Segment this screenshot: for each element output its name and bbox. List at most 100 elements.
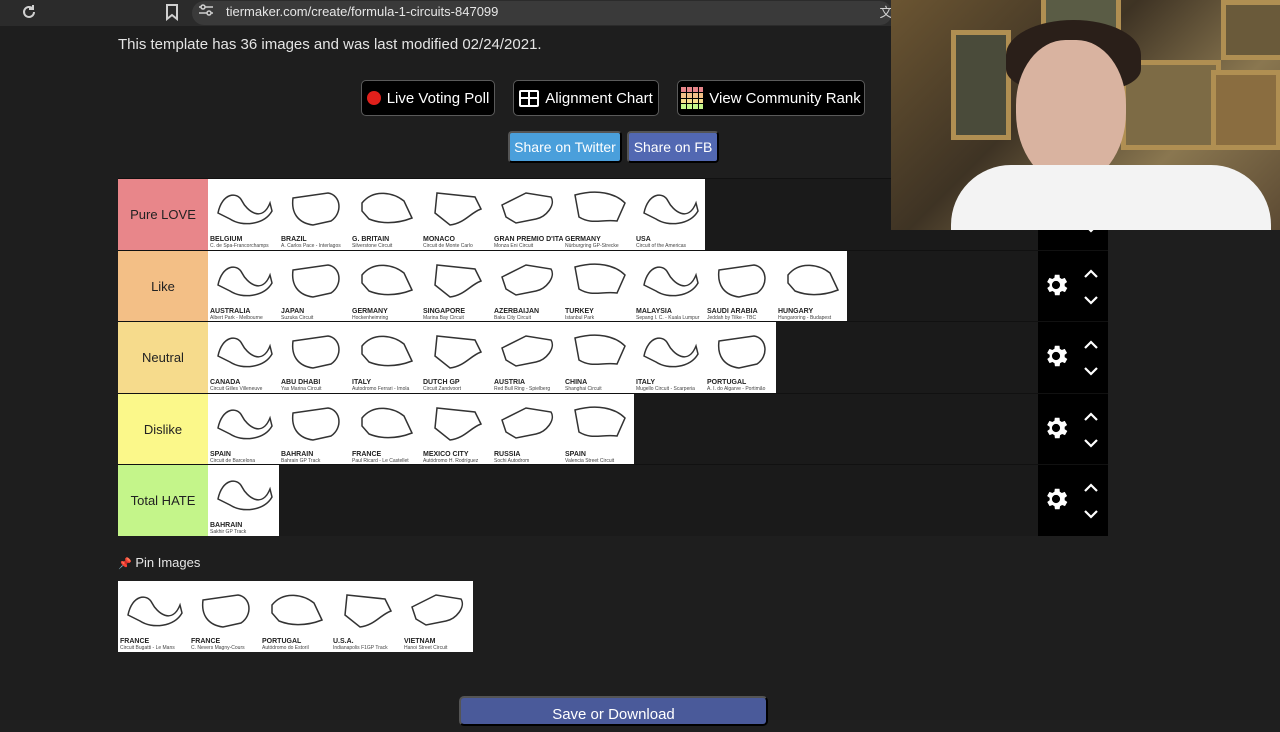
live-voting-button[interactable]: Live Voting Poll	[361, 80, 495, 116]
circuit-country: VIETNAM	[404, 638, 436, 645]
tier-items[interactable]: SPAIN Circuit de Barcelona BAHRAIN Bahrain …	[208, 393, 634, 465]
circuit-image[interactable]: FRANCE C. Nevers Magny-Cours	[189, 581, 260, 652]
circuit-image[interactable]: SINGAPORE Marina Bay Circuit	[421, 250, 492, 322]
reload-icon[interactable]	[19, 3, 39, 23]
share-fb-button[interactable]: Share on FB	[627, 131, 719, 163]
circuit-country: SPAIN	[565, 450, 586, 458]
circuit-track-name: Circuit of the Americas	[636, 243, 687, 249]
circuit-image[interactable]: DUTCH GP Circuit Zandvoort	[421, 322, 492, 394]
circuit-image[interactable]: BAHRAIN Sakhir GP Track	[208, 465, 279, 537]
circuit-image[interactable]: ABU DHABI Yas Marina Circuit	[279, 322, 350, 394]
circuit-image[interactable]: BRAZIL A. Carlos Pace - Interlagos	[279, 179, 350, 250]
circuit-image[interactable]: MALAYSIA Sepang I. C. - Kuala Lumpur	[634, 250, 705, 322]
circuit-track-name: Mugello Circuit - Scarperia	[636, 386, 695, 393]
circuit-track-name: Circuit Zandvoort	[423, 386, 462, 393]
tier-controls	[1038, 465, 1108, 537]
alignment-chart-button[interactable]: Alignment Chart	[513, 80, 659, 116]
tier-items[interactable]: BELGIUM C. de Spa-Francorchamps BRAZIL A. C…	[208, 179, 705, 250]
circuit-image[interactable]: PORTUGAL Autódromo do Estoril	[260, 581, 331, 652]
tier-items[interactable]: BAHRAIN Sakhir GP Track	[208, 465, 279, 537]
circuit-image[interactable]: AUSTRALIA Albert Park - Melbourne	[208, 250, 279, 322]
circuit-image[interactable]: SPAIN Circuit de Barcelona	[208, 393, 279, 465]
pin-images-heading: 📌 Pin Images	[118, 555, 200, 570]
bookmark-icon[interactable]	[162, 3, 182, 23]
pin-images-area[interactable]: FRANCE Circuit Bugatti - Le Mans FRANCE C. …	[118, 581, 473, 652]
move-down-icon[interactable]	[1082, 364, 1100, 376]
circuit-track-name: Valencia Street Circuit	[565, 457, 615, 464]
circuit-image[interactable]: CANADA Circuit Gilles Villeneuve	[208, 322, 279, 394]
save-download-button[interactable]: Save or Download	[459, 696, 768, 726]
circuit-image[interactable]: FRANCE Circuit Bugatti - Le Mans	[118, 581, 189, 652]
circuit-image[interactable]: BELGIUM C. de Spa-Francorchamps	[208, 179, 279, 250]
tier-items[interactable]: AUSTRALIA Albert Park - Melbourne JAPAN Suz…	[208, 250, 847, 322]
tier-label[interactable]: Pure LOVE	[118, 179, 208, 250]
person-face	[1016, 40, 1126, 185]
circuit-image[interactable]: AUSTRIA Red Bull Ring - Spielberg	[492, 322, 563, 394]
circuit-country: G. BRITAIN	[352, 236, 390, 243]
circuit-image[interactable]: ITALY Mugello Circuit - Scarperia	[634, 322, 705, 394]
track-map-icon	[361, 407, 414, 439]
circuit-country: HUNGARY	[778, 307, 814, 315]
track-map-icon	[291, 192, 340, 226]
share-twitter-button[interactable]: Share on Twitter	[508, 131, 622, 163]
community-rank-button[interactable]: View Community Rank	[677, 80, 865, 116]
circuit-country: ABU DHABI	[281, 379, 321, 387]
circuit-image[interactable]: ITALY Autodromo Ferrari - Imola	[350, 322, 421, 394]
circuit-image[interactable]: MEXICO CITY Autódromo H. Rodríguez	[421, 393, 492, 465]
track-map-icon	[361, 335, 414, 367]
url-text[interactable]: tiermaker.com/create/formula-1-circuits-…	[226, 4, 498, 19]
move-up-icon[interactable]	[1082, 410, 1100, 422]
circuit-image[interactable]: JAPAN Suzuka Circuit	[279, 250, 350, 322]
circuit-image[interactable]: SPAIN Valencia Street Circuit	[563, 393, 634, 465]
circuit-image[interactable]: BAHRAIN Bahrain GP Track	[279, 393, 350, 465]
circuit-image[interactable]: USA Circuit of the Americas	[634, 179, 705, 250]
circuit-country: TURKEY	[565, 307, 594, 315]
grid-icon	[519, 89, 540, 107]
circuit-image[interactable]: MONACO Circuit de Monte Carlo	[421, 179, 492, 250]
move-down-icon[interactable]	[1082, 293, 1100, 305]
move-up-icon[interactable]	[1082, 481, 1100, 493]
circuit-image[interactable]: U.S.A. Indianapolis F1GP Track	[331, 581, 402, 652]
tier-items[interactable]: CANADA Circuit Gilles Villeneuve ABU DHABI…	[208, 322, 776, 394]
move-down-icon[interactable]	[1082, 507, 1100, 519]
tier-label[interactable]: Total HATE	[118, 465, 208, 537]
circuit-country: BELGIUM	[210, 236, 243, 243]
circuit-image[interactable]: RUSSIA Sochi Autodrom	[492, 393, 563, 465]
circuit-image[interactable]: HUNGARY Hungaroring - Budapest	[776, 250, 847, 322]
circuit-image[interactable]: SAUDI ARABIA Jeddah by Tilke - TBC	[705, 250, 776, 322]
site-info-icon[interactable]	[196, 3, 216, 23]
circuit-track-name: Circuit Bugatti - Le Mans	[120, 645, 175, 651]
circuit-image[interactable]: VIETNAM Hanoi Street Circuit	[402, 581, 473, 652]
circuit-image[interactable]: FRANCE Paul Ricard - Le Castellet	[350, 393, 421, 465]
tier-label[interactable]: Like	[118, 250, 208, 322]
circuit-track-name: Circuit Gilles Villeneuve	[210, 386, 263, 393]
circuit-country: BAHRAIN	[281, 450, 314, 458]
circuit-image[interactable]: TURKEY Istanbul Park	[563, 250, 634, 322]
track-map-icon	[127, 596, 183, 627]
track-map-icon	[501, 407, 553, 439]
move-down-icon[interactable]	[1082, 436, 1100, 448]
circuit-country: PORTUGAL	[262, 638, 302, 645]
move-up-icon[interactable]	[1082, 267, 1100, 279]
tier-label[interactable]: Neutral	[118, 322, 208, 394]
circuit-image[interactable]: G. BRITAIN Silverstone Circuit	[350, 179, 421, 250]
tier-controls	[1038, 250, 1108, 322]
track-map-icon	[501, 263, 553, 296]
gear-icon[interactable]	[1042, 414, 1070, 442]
circuit-image[interactable]: PORTUGAL A. I. do Algarve - Portimão	[705, 322, 776, 394]
tier-label[interactable]: Dislike	[118, 393, 208, 465]
tier-row: Neutral CANADA Circuit Gilles Villeneuve AB…	[118, 321, 1108, 394]
track-map-icon	[411, 594, 463, 626]
circuit-track-name: Paul Ricard - Le Castellet	[352, 457, 409, 464]
circuit-track-name: Nürburgring GP-Strecke	[565, 243, 619, 249]
circuit-image[interactable]: CHINA Shanghai Circuit	[563, 322, 634, 394]
circuit-image[interactable]: AZERBAIJAN Baku City Circuit	[492, 250, 563, 322]
circuit-image[interactable]: GERMANY Nürburgring GP-Strecke	[563, 179, 634, 250]
circuit-image[interactable]: GRAN PREMIO D'ITALIAMonza Eni Circuit	[492, 179, 563, 250]
move-up-icon[interactable]	[1082, 338, 1100, 350]
gear-icon[interactable]	[1042, 485, 1070, 513]
circuit-image[interactable]: GERMANY Hockenheimring	[350, 250, 421, 322]
painting-frame	[951, 30, 1011, 140]
gear-icon[interactable]	[1042, 342, 1070, 370]
gear-icon[interactable]	[1042, 271, 1070, 299]
